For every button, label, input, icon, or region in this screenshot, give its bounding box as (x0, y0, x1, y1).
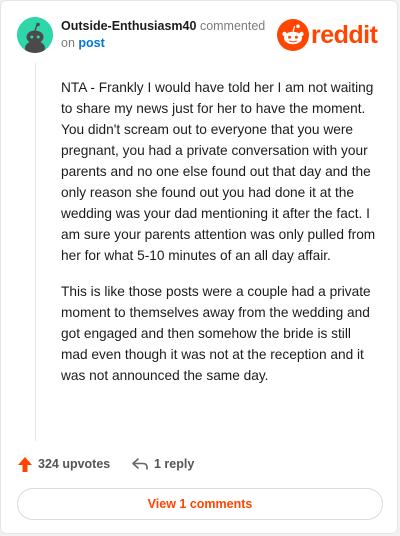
comment-paragraph: This is like those posts were a couple h… (61, 284, 371, 383)
comment-actions: 324 upvotes 1 reply (17, 454, 377, 474)
snoo-avatar-icon[interactable] (17, 17, 53, 53)
reddit-logo-icon (277, 19, 309, 51)
upvote-arrow-icon (18, 456, 32, 472)
reply-arrow-icon (132, 458, 148, 470)
on-text: on (61, 36, 75, 50)
comment-paragraph: NTA - Frankly I would have told her I am… (61, 80, 376, 263)
reddit-wordmark: reddit (311, 21, 378, 49)
thread-line[interactable] (35, 63, 36, 441)
comment-meta: Outside-Enthusiasm40 commented on post (61, 18, 291, 52)
comment-header: Outside-Enthusiasm40 commented on post r… (17, 17, 381, 53)
reddit-logo[interactable]: reddit (277, 19, 381, 51)
comment-body: NTA - Frankly I would have told her I am… (61, 77, 381, 401)
upvote-button[interactable]: 324 upvotes (17, 454, 110, 474)
reply-button[interactable]: 1 reply (131, 454, 194, 474)
view-comments-button[interactable]: View 1 comments (17, 488, 383, 520)
comment-action-text: commented (199, 19, 266, 33)
post-link[interactable]: post (78, 36, 104, 50)
username-link[interactable]: Outside-Enthusiasm40 (61, 19, 196, 33)
comment-card: Outside-Enthusiasm40 commented on post r… (0, 0, 398, 534)
reply-count: 1 reply (154, 457, 195, 471)
upvote-count: 324 upvotes (38, 457, 111, 471)
